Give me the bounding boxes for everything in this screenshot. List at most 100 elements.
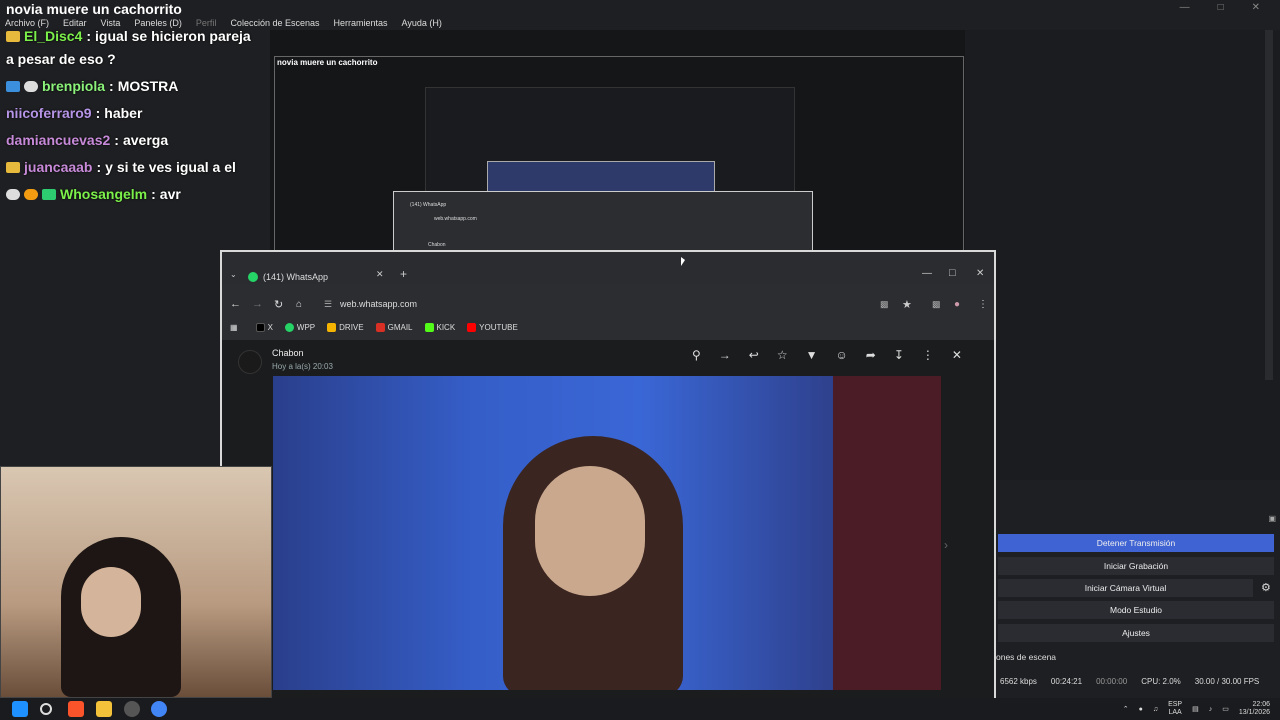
bookmark-kick[interactable]: KICK (424, 322, 455, 332)
bookmark-drive[interactable]: DRIVE (327, 322, 364, 332)
back-icon[interactable]: ← (230, 298, 241, 310)
tab-close-icon[interactable]: ✕ (376, 269, 384, 280)
chrome-icon[interactable] (151, 701, 167, 717)
chat-user: juancaaab (24, 159, 93, 175)
chat-message: igual se hicieron pareja (95, 28, 251, 44)
tab-whatsapp[interactable]: (141) WhatsApp (248, 268, 388, 286)
speaker-icon[interactable]: ♪ (1209, 706, 1213, 713)
chat-line: Whosangelm : avr (6, 186, 181, 202)
home-icon[interactable]: ⌂ (296, 299, 302, 310)
nested-sender: Chabon (428, 242, 446, 248)
brave-icon[interactable] (68, 701, 84, 717)
close-icon[interactable]: ✕ (976, 268, 984, 279)
chat-line-cont: a pesar de eso ? (6, 51, 116, 67)
studio-mode-button[interactable]: Modo Estudio (998, 601, 1274, 619)
apps-icon[interactable]: ▦ (230, 323, 238, 332)
omnibox-row: ← → ↻ ⌂ ☰ web.whatsapp.com ▩ ★ ▩ ● ⋮ (222, 292, 994, 316)
cast-icon[interactable]: ▩ (880, 299, 889, 310)
scrollbar[interactable] (1265, 30, 1273, 380)
close-icon[interactable]: ✕ (952, 348, 962, 362)
menu-archivo[interactable]: Archivo (F) (5, 18, 49, 28)
folder-icon[interactable] (96, 701, 112, 717)
extension-icon[interactable]: ▩ (932, 299, 941, 310)
gift-icon (42, 188, 56, 200)
reload-icon[interactable]: ↻ (274, 298, 283, 311)
menu-kebab-icon[interactable]: ⋮ (978, 299, 988, 310)
chevron-up-icon[interactable]: ⌃ (1123, 705, 1129, 713)
prime-icon (6, 80, 20, 92)
pin-icon[interactable]: ▼ (806, 348, 818, 362)
forward-icon[interactable]: → (252, 298, 263, 310)
rec-timer: 00:00:00 (1096, 676, 1128, 686)
volume-icon[interactable]: ♫ (1153, 706, 1158, 713)
chat-line: brenpiola : MOSTRA (6, 78, 178, 94)
undock-icon[interactable]: ▣ (1268, 514, 1276, 523)
obs-preview-right (965, 30, 1280, 480)
bookmark-gmail[interactable]: GMAIL (375, 322, 413, 332)
battery-icon[interactable]: ▭ (1222, 705, 1229, 713)
share-icon[interactable]: ➦ (866, 348, 876, 362)
obs-icon[interactable] (124, 701, 140, 717)
download-icon[interactable]: ↧ (894, 348, 904, 362)
clock[interactable]: 22:06 13/1/2026 (1239, 701, 1270, 717)
menu-herramientas[interactable]: Herramientas (334, 18, 388, 28)
profile-icon[interactable]: ● (954, 299, 960, 310)
viewer-toolbar: ⚲ → ↩ ☆ ▼ ☺ ➦ ↧ ⋮ ✕ (692, 348, 962, 362)
maximize-icon[interactable]: □ (1218, 2, 1224, 13)
windows-start-icon[interactable] (12, 701, 28, 717)
gear-icon[interactable]: ⚙ (1261, 581, 1271, 594)
viewer-photo[interactable] (273, 376, 941, 690)
url-field[interactable]: web.whatsapp.com (340, 299, 417, 309)
bits-icon (24, 188, 38, 200)
menu-ayuda[interactable]: Ayuda (H) (402, 18, 442, 28)
bookmarks-bar: ▦ X WPP DRIVE GMAIL KICK YOUTUBE (222, 318, 994, 336)
network-icon[interactable]: ▤ (1192, 705, 1199, 713)
language-indicator[interactable]: ESP LAA (1168, 701, 1182, 717)
menu-coleccion[interactable]: Colección de Escenas (230, 18, 319, 28)
system-tray: ⌃ ● ♫ ESP LAA ▤ ♪ ▭ 22:06 13/1/2026 (1123, 701, 1270, 717)
menu-vista[interactable]: Vista (101, 18, 121, 28)
settings-button[interactable]: Ajustes (998, 624, 1274, 642)
reply-icon[interactable]: ↩ (749, 348, 759, 362)
nested-title: novia muere un cachorrito (277, 58, 378, 67)
webcam-face (81, 567, 141, 637)
chat-line: damiancuevas2 : averga (6, 132, 169, 148)
more-icon[interactable]: ⋮ (922, 348, 934, 362)
zoom-icon[interactable]: ⚲ (692, 348, 701, 362)
forward-arrow-icon[interactable]: → (719, 348, 731, 362)
chat-message: avr (159, 186, 181, 202)
maximize-icon[interactable]: □ (949, 267, 956, 279)
new-tab-icon[interactable]: + (400, 267, 407, 281)
bookmark-x[interactable]: X (255, 322, 273, 332)
avatar[interactable] (238, 350, 262, 374)
scenes-tab[interactable]: ones de escena (996, 652, 1056, 662)
menu-paneles[interactable]: Paneles (D) (134, 18, 182, 28)
chat-bubble-icon (6, 188, 20, 200)
close-icon[interactable]: ✕ (1252, 2, 1260, 13)
next-arrow-icon[interactable]: › (944, 538, 948, 552)
search-icon[interactable] (40, 703, 52, 715)
obs-title-bar (0, 0, 1280, 16)
site-info-icon[interactable]: ☰ (324, 299, 332, 310)
emoji-icon[interactable]: ☺ (836, 348, 848, 362)
menu-perfil[interactable]: Perfil (196, 18, 217, 28)
start-virtual-cam-button[interactable]: Iniciar Cámara Virtual (998, 579, 1253, 597)
chat-line: niicoferraro9 : haber (6, 105, 143, 121)
sender-time: Hoy a la(s) 20:03 (272, 362, 333, 371)
sender-name: Chabon (272, 348, 304, 358)
minimize-icon[interactable]: — (1180, 2, 1190, 13)
browser-window: ⌄ (141) WhatsApp ✕ + — □ ✕ ← → ↻ ⌂ ☰ web… (220, 250, 996, 720)
menu-editar[interactable]: Editar (63, 18, 87, 28)
star-icon[interactable]: ★ (902, 298, 912, 311)
start-recording-button[interactable]: Iniciar Grabación (998, 557, 1274, 575)
bookmark-youtube[interactable]: YOUTUBE (467, 322, 518, 332)
tab-title: (141) WhatsApp (263, 272, 329, 282)
mic-icon[interactable]: ● (1139, 706, 1143, 713)
tab-search-icon[interactable]: ⌄ (230, 270, 237, 279)
minimize-icon[interactable]: — (922, 268, 932, 279)
status-bar: 6562 kbps 00:24:21 00:00:00 CPU: 2.0% 30… (996, 673, 1280, 689)
stop-stream-button[interactable]: Detener Transmisión (998, 534, 1274, 552)
bookmark-wpp[interactable]: WPP (284, 322, 315, 332)
star-icon[interactable]: ☆ (777, 348, 788, 362)
chat-line: juancaaab : y si te ves igual a el (6, 159, 236, 175)
